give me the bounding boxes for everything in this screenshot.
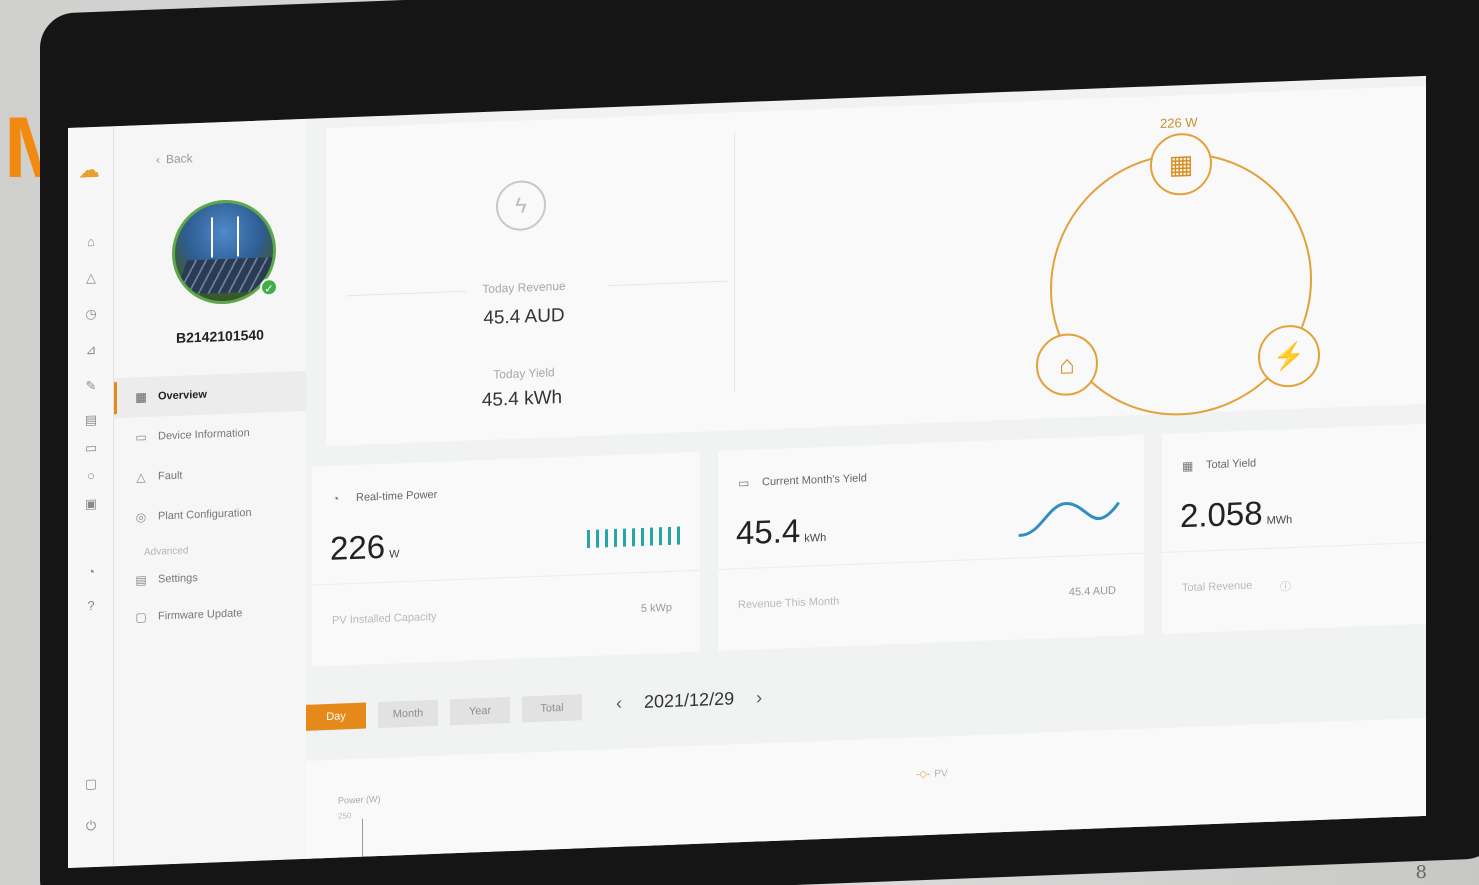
today-revenue-label: Today Revenue [482,278,566,297]
month-yield-footer: Revenue This Month 45.4 AUD [718,552,1144,652]
home-icon[interactable]: ⌂ [82,233,100,252]
chart-icon[interactable]: ⊿ [82,341,100,360]
today-revenue-value: 45.4 AUD [483,304,565,330]
date-navigator: ‹ 2021/12/29 › [616,687,762,714]
date-display[interactable]: 2021/12/29 [644,688,734,712]
chart-y-axis-label: Power (W) [338,793,381,806]
yield-trend-sparkline [1018,502,1120,537]
power-bars [587,526,680,549]
month-revenue-label: Revenue This Month [738,595,840,612]
firmware-icon: ▢ [135,609,147,625]
settings-icon: ▤ [135,572,147,588]
user-icon[interactable]: ○ [82,467,100,486]
sidebar-item-plant-configuration[interactable]: ◎ Plant Configuration [114,491,306,538]
chevron-right-icon[interactable]: › [756,687,762,708]
main-content: ϟ Today Revenue 45.4 AUD Today Yield 45.… [306,76,1426,868]
bell-icon[interactable]: ◔ [82,563,100,582]
chevron-left-icon[interactable]: ‹ [616,693,622,714]
realtime-power-label: Real-time Power [356,488,438,504]
clock-icon[interactable]: ◷ [82,305,100,324]
list-icon[interactable]: ▤ [82,411,100,430]
pv-power-label: 226 W [1160,114,1198,132]
gauge-icon: ◔ [332,491,340,506]
tab-month[interactable]: Month [378,699,438,729]
gear-icon: ◎ [135,509,147,525]
chevron-left-icon: ‹ [156,152,160,167]
photo-corner-text: 8 [1415,862,1427,883]
total-yield-footer: Total Revenue ⓘ [1162,541,1426,634]
tools-icon[interactable]: ✎ [82,377,100,396]
total-yield-unit: MWh [1266,513,1293,527]
total-yield-card: ▦ Total Yield 2.058 MWh Total Revenue ⓘ [1162,423,1426,634]
lightning-sun-icon: ϟ [496,179,546,232]
total-yield-label: Total Yield [1206,457,1257,472]
pv-capacity-label: PV Installed Capacity [332,610,437,627]
month-yield-value: 45.4 [736,511,801,552]
today-yield-label: Today Yield [493,365,555,382]
legend-pv-label: PV [934,768,948,780]
home-icon[interactable]: ⌂ [1036,332,1098,397]
pv-capacity-value: 5 kWp [640,601,672,615]
month-yield-label: Current Month's Yield [762,472,867,489]
alert-icon[interactable]: △ [82,269,100,288]
month-yield-unit: kWh [804,531,827,545]
settings-rail-icon[interactable]: ▣ [82,495,100,514]
tab-day[interactable]: Day [306,702,366,731]
weather-logo-icon: ☁ [78,156,100,183]
month-yield-card: ▭ Current Month's Yield 45.4 kWh Revenue T… [718,434,1144,652]
warning-icon: △ [136,470,146,485]
device-sidebar: ‹ Back ✓ B2142101540 ▦ Overview ▭ Device … [114,118,306,867]
vertical-divider [734,132,735,393]
back-link[interactable]: ‹ Back [156,151,199,167]
summary-card: ϟ Today Revenue 45.4 AUD Today Yield 45.… [326,85,1426,447]
solar-array-icon: ▦ [1182,458,1194,474]
calendar-icon: ▭ [738,475,750,491]
logout-icon[interactable]: ⏻ [82,817,100,836]
month-revenue-value: 45.4 AUD [1068,584,1116,599]
tab-total[interactable]: Total [522,694,582,723]
device-serial: B2142101540 [176,326,264,346]
online-check-icon: ✓ [260,277,278,297]
tab-year[interactable]: Year [450,697,510,726]
sidebar-item-firmware-update[interactable]: ▢ Firmware Update [114,591,306,638]
doc-icon[interactable]: ▭ [82,439,100,458]
divider [608,280,728,287]
realtime-power-value: 226 [330,527,386,567]
chart-y-tick: 250 [338,811,352,821]
today-yield-value: 45.4 kWh [481,387,563,412]
grid-icon: ▦ [135,389,147,405]
lang-icon[interactable]: ▢ [82,775,100,794]
help-circle-icon[interactable]: ⓘ [1280,578,1291,594]
app-screen: ☁ ⌂ △ ◷ ⊿ ✎ ▤ ▭ ○ ▣ ◔ ? ▢ ⏻ ‹ Back ✓ B214… [68,75,1426,868]
grid-tower-icon[interactable]: ⚡ [1258,323,1320,389]
turbine-image [211,217,213,258]
total-yield-value: 2.058 [1180,494,1263,535]
calendar-icon: ▭ [135,429,147,445]
realtime-power-footer: PV Installed Capacity 5 kWp [312,569,700,667]
period-tabs: Day Month Year Total [306,694,582,731]
realtime-power-card: ◔ Real-time Power 226 W PV Installed Capac… [312,451,700,667]
total-revenue-label: Total Revenue [1182,579,1253,595]
energy-flow-diagram: 226 W ▦ ⌂ ⚡ [1026,109,1346,421]
legend-marker-icon: -◇- [916,768,931,781]
chart-legend[interactable]: -◇- PV [916,768,948,780]
chart-y-axis [362,818,363,859]
sidebar-menu: ▦ Overview ▭ Device Information △ Fault … [114,370,306,638]
icon-rail: ☁ ⌂ △ ◷ ⊿ ✎ ▤ ▭ ○ ▣ ◔ ? ▢ ⏻ [68,126,114,868]
turbine-image [237,216,239,257]
realtime-power-unit: W [389,548,400,561]
help-icon[interactable]: ? [82,597,100,616]
